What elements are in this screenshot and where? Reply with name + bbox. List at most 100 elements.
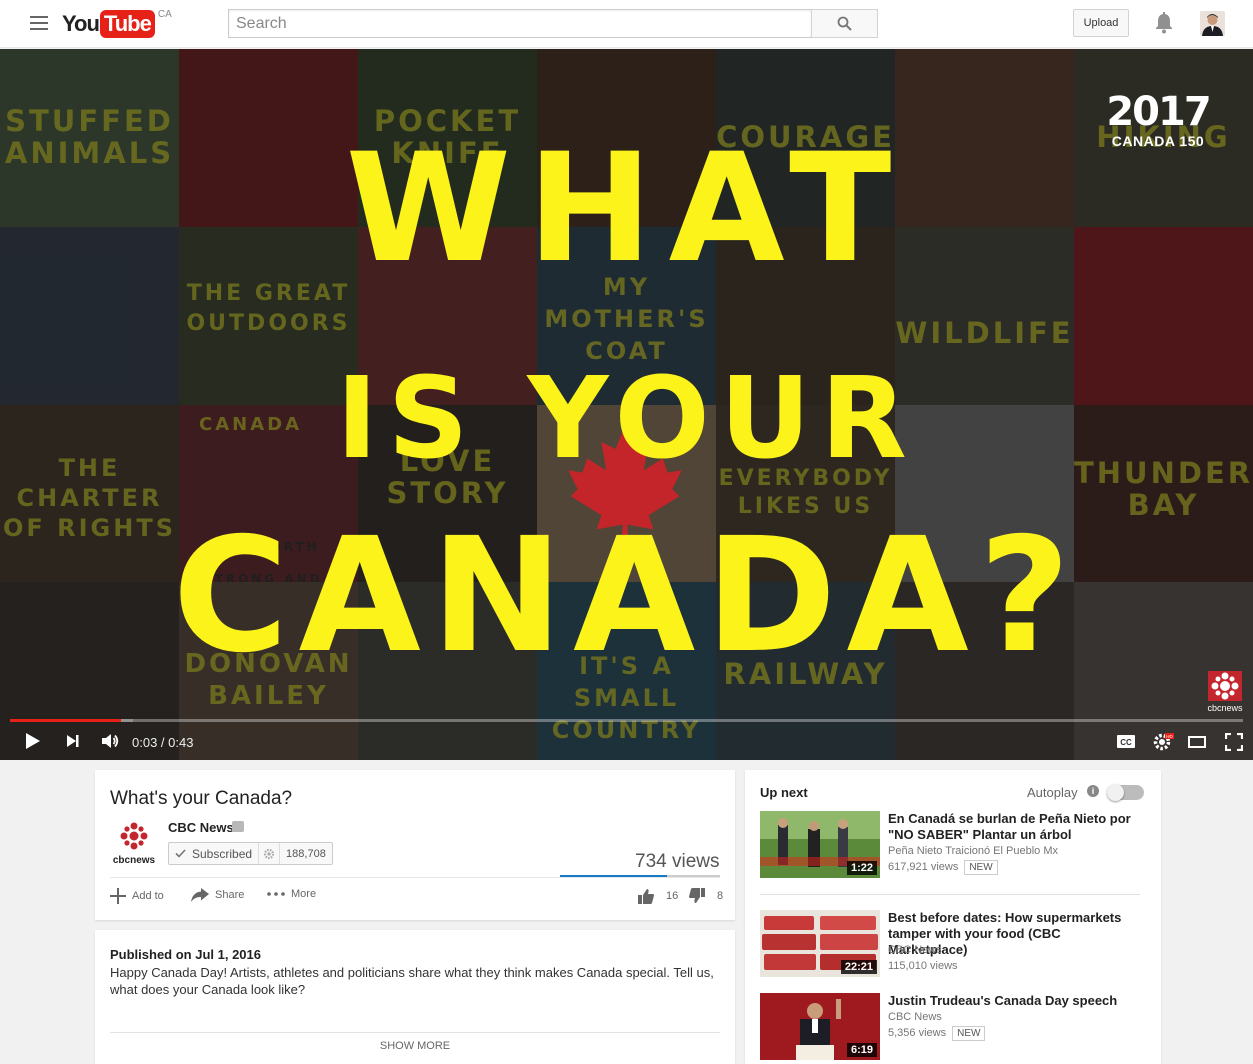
like-count: 16: [666, 890, 679, 902]
subscriber-count: 188,708: [286, 847, 326, 860]
settings-gear-icon: HD: [1153, 733, 1174, 751]
svg-text:CC: CC: [1120, 738, 1132, 747]
video-thumbnail: 6:19: [760, 993, 880, 1060]
share-label: Share: [215, 889, 245, 901]
checkmark-icon: [169, 843, 192, 864]
search-icon: [837, 16, 852, 31]
headline-line-3: CANADA?: [172, 504, 1081, 688]
time-display: 0:03 / 0:43: [132, 735, 194, 750]
add-to-button[interactable]: Add to: [110, 888, 164, 904]
recommended-video[interactable]: 22:21 Best before dates: How supermarket…: [760, 910, 1140, 980]
publish-date: Published on Jul 1, 2016: [110, 947, 261, 962]
fullscreen-icon: [1224, 732, 1244, 752]
video-meta: 617,921 views NEW: [888, 859, 998, 875]
next-icon: [67, 735, 79, 747]
headline-line-2: IS YOUR: [336, 354, 917, 484]
fullscreen-button[interactable]: [1224, 732, 1244, 756]
up-next-heading: Up next: [760, 785, 808, 800]
notifications-bell-icon[interactable]: [1154, 12, 1174, 39]
share-button[interactable]: Share: [191, 888, 244, 902]
cbc-watermark: cbcnews: [1203, 671, 1247, 713]
description-text: Happy Canada Day! Artists, athletes and …: [110, 965, 714, 997]
divider: [110, 1032, 720, 1033]
youtube-logo[interactable]: You Tube CA: [62, 9, 172, 38]
up-next-sidebar: Up next Autoplay i 1:22 En Canadá se bur…: [745, 770, 1161, 1064]
upload-button[interactable]: Upload: [1073, 9, 1129, 37]
video-channel: Peña Nieto Traicionó El Pueblo Mx: [888, 845, 1058, 857]
new-badge: NEW: [952, 1026, 986, 1041]
dislike-button[interactable]: 8: [689, 888, 723, 904]
toggle-knob: [1107, 784, 1124, 801]
progress-played: [10, 719, 121, 722]
watermark-text: cbcnews: [1207, 703, 1243, 713]
cbc-gem-icon: [1208, 671, 1242, 701]
captions-icon: CC: [1117, 735, 1135, 748]
info-icon[interactable]: i: [1087, 785, 1099, 797]
badge-subtitle: CANADA 150: [1111, 133, 1205, 149]
autoplay-label: Autoplay: [1027, 785, 1078, 800]
menu-icon[interactable]: [30, 16, 48, 30]
thumbs-down-icon: [689, 888, 705, 903]
add-to-label: Add to: [132, 890, 164, 902]
video-info-card: What's your Canada? cbcnews CBC News Sub…: [95, 770, 735, 920]
play-icon: [26, 733, 40, 749]
divider: [110, 877, 720, 878]
badge-year: 2017: [1106, 89, 1211, 135]
logo-tube-text: Tube: [99, 10, 155, 38]
video-title: Justin Trudeau's Canada Day speech: [888, 993, 1118, 1008]
subscription-settings-icon[interactable]: [258, 843, 281, 864]
video-channel: CBC News: [888, 944, 942, 956]
video-channel: CBC News: [888, 1011, 942, 1023]
volume-button[interactable]: [100, 731, 120, 756]
play-button[interactable]: [24, 731, 42, 756]
show-more-button[interactable]: SHOW MORE: [95, 1040, 735, 1052]
canada-150-badge: 2017 CANADA 150: [1100, 91, 1216, 149]
search-button[interactable]: [811, 9, 878, 38]
headline-line-1: WHAT: [345, 122, 908, 296]
theater-mode-button[interactable]: [1188, 735, 1206, 754]
verified-icon: [232, 821, 244, 832]
search-box: [228, 9, 812, 38]
video-thumbnail: 22:21: [760, 910, 880, 977]
settings-button[interactable]: HD: [1152, 732, 1174, 757]
channel-name-link[interactable]: CBC News: [168, 820, 234, 835]
channel-avatar[interactable]: cbcnews: [110, 820, 158, 868]
autoplay-toggle[interactable]: [1107, 784, 1144, 801]
logo-region: CA: [157, 9, 172, 20]
recommended-video[interactable]: 6:19 Justin Trudeau's Canada Day speech …: [760, 993, 1140, 1063]
plus-icon: [110, 888, 126, 904]
masthead: You Tube CA Upload: [0, 0, 1253, 48]
subscribe-label: Subscribed: [192, 846, 253, 861]
svg-text:HD: HD: [1166, 734, 1173, 739]
volume-icon: [102, 734, 119, 748]
video-duration: 22:21: [840, 960, 877, 974]
view-count: 734 views: [635, 851, 720, 872]
new-badge: NEW: [964, 860, 998, 875]
like-button[interactable]: 16: [638, 888, 678, 904]
logo-you-text: You: [62, 11, 100, 36]
thumbs-up-icon: [638, 889, 654, 904]
more-button[interactable]: More: [267, 888, 316, 900]
captions-button[interactable]: CC: [1116, 734, 1136, 754]
video-views: 617,921 views: [888, 861, 959, 873]
recommended-video[interactable]: 1:22 En Canadá se burlan de Peña Nieto p…: [760, 811, 1140, 881]
theater-icon: [1188, 736, 1206, 748]
divider: [760, 894, 1140, 895]
description-card: Published on Jul 1, 2016 Happy Canada Da…: [95, 930, 735, 1064]
video-views: 5,356 views: [888, 1027, 947, 1039]
search-input[interactable]: [229, 10, 811, 37]
video-title: What's your Canada?: [110, 788, 293, 809]
more-dots-icon: [267, 892, 285, 896]
subscribe-button[interactable]: Subscribed 188,708: [168, 842, 333, 865]
video-title: En Canadá se burlan de Peña Nieto por "N…: [888, 811, 1131, 842]
player-controls: 0:03 / 0:43 CC HD: [0, 725, 1253, 760]
more-label: More: [291, 888, 317, 900]
account-avatar[interactable]: [1200, 11, 1225, 36]
video-meta: 5,356 views NEW: [888, 1025, 986, 1041]
video-thumbnail: 1:22: [760, 811, 880, 878]
progress-bar[interactable]: [10, 719, 1243, 722]
video-duration: 6:19: [846, 1043, 877, 1057]
next-button[interactable]: [64, 731, 82, 756]
video-player[interactable]: STUFFED ANIMALS POCKET KNIFE COURAGE HIK…: [0, 49, 1253, 760]
share-arrow-icon: [191, 888, 209, 902]
